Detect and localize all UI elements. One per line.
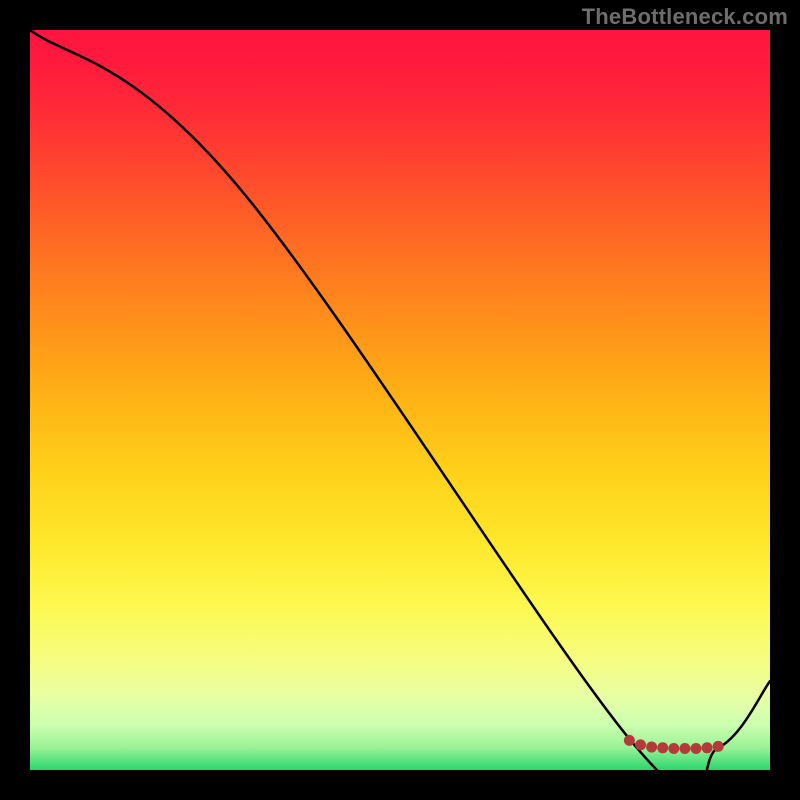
marker-dot — [657, 742, 668, 753]
attribution-label: TheBottleneck.com — [582, 4, 788, 30]
marker-dot — [702, 742, 713, 753]
marker-dot — [713, 741, 724, 752]
chart-canvas — [0, 0, 800, 800]
marker-dot — [635, 739, 646, 750]
marker-dot — [679, 743, 690, 754]
plot-background — [30, 30, 770, 770]
marker-dot — [624, 735, 635, 746]
marker-dot — [691, 743, 702, 754]
marker-dot — [668, 743, 679, 754]
marker-dot — [646, 742, 657, 753]
